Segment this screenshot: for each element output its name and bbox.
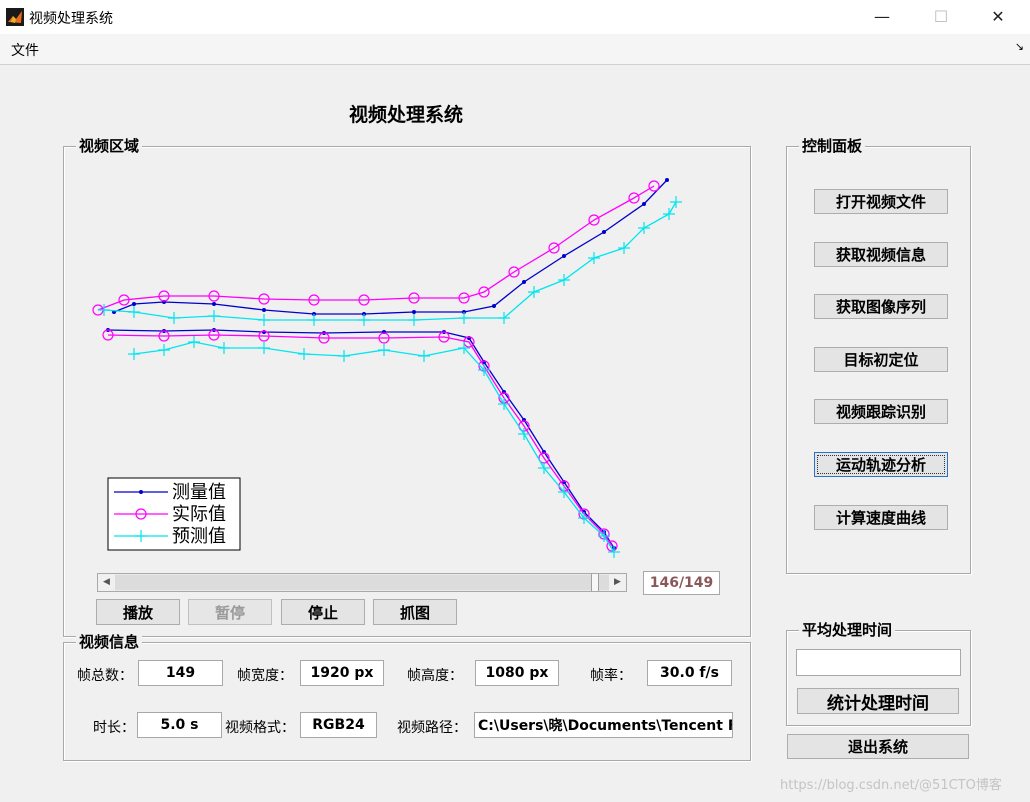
menu-file[interactable]: 文件 [11,40,39,60]
point-predicted-0-6 [358,314,370,326]
total-frames-label: 帧总数： [77,668,133,684]
slider-right-arrow-icon[interactable]: ▶ [609,574,626,591]
point-measured-0-7 [412,310,416,314]
play-button[interactable]: 播放 [96,599,180,625]
format-field: RGB24 [300,712,377,738]
frame-slider[interactable]: ◀ ▶ [97,573,627,592]
point-predicted-1-2 [188,336,200,348]
legend-predicted: 预测值 [172,526,226,547]
menu-overflow-icon[interactable]: ↘ [1015,40,1024,53]
format-label: 视频格式： [225,720,295,736]
point-predicted-0-3 [208,310,220,322]
matlab-logo-icon [6,8,24,26]
close-button[interactable]: ✕ [975,0,1021,34]
point-predicted-0-5 [308,314,320,326]
frame-height-field: 1080 px [475,660,559,686]
pause-button[interactable]: 暂停 [188,599,272,625]
point-predicted-1-4 [258,342,270,354]
duration-label: 时长： [93,720,135,736]
series-actual-line-0 [97,185,655,311]
legend-measured: 测量值 [172,482,226,503]
stop-button[interactable]: 停止 [281,599,365,625]
point-predicted-0-15 [663,208,675,220]
point-predicted-0-8 [458,312,470,324]
point-measured-0-14 [665,178,669,182]
legend-actual: 实际值 [172,504,226,525]
slider-track[interactable] [115,575,609,590]
point-predicted-0-7 [408,314,420,326]
calc-time-button[interactable]: 统计处理时间 [797,688,959,714]
window-title: 视频处理系统 [29,11,113,27]
maximize-button[interactable]: ☐ [918,0,964,34]
frame-counter: 146/149 [643,571,720,595]
series-predicted-line-0 [103,201,677,321]
trajectory-analysis-button[interactable]: 运动轨迹分析 [814,452,948,477]
point-predicted-0-1 [128,306,140,318]
point-predicted-0-2 [168,312,180,324]
point-measured-0-4 [262,308,266,312]
series-measured-line-0 [113,179,668,315]
point-measured-0-10 [522,280,526,284]
watermark: https://blog.csdn.net/@51CTO博客 [780,778,1002,793]
slider-left-arrow-icon[interactable]: ◀ [98,574,115,591]
path-field: C:\Users\晓\Documents\Tencent File [474,712,733,738]
capture-button[interactable]: 抓图 [373,599,457,625]
point-measured-0-12 [602,230,606,234]
video-tracking-button[interactable]: 视频跟踪识别 [814,399,948,424]
get-image-sequence-button[interactable]: 获取图像序列 [814,294,948,319]
point-predicted-1-17 [608,546,620,558]
point-predicted-0-4 [258,314,270,326]
point-predicted-1-3 [218,342,230,354]
point-predicted-1-6 [338,350,350,362]
menubar: 文件 ↘ [0,34,1030,65]
open-video-button[interactable]: 打开视频文件 [814,189,948,214]
frame-height-label: 帧高度： [407,668,463,684]
point-predicted-0-12 [588,252,600,264]
duration-field: 5.0 s [137,712,222,738]
avg-time-field[interactable] [796,649,961,676]
point-predicted-1-5 [298,348,310,360]
avg-time-title: 平均处理时间 [799,621,896,639]
point-measured-0-3 [212,302,216,306]
window-titlebar: 视频处理系统 — ☐ ✕ [0,0,1030,35]
page-title: 视频处理系统 [349,104,464,126]
control-panel-title: 控制面板 [799,137,866,155]
minimize-button[interactable]: — [859,0,905,34]
path-label: 视频路径： [397,720,467,736]
frame-width-label: 帧宽度： [237,668,293,684]
point-measured-0-11 [562,254,566,258]
point-predicted-1-8 [418,350,430,362]
total-frames-field: 149 [138,660,223,686]
point-predicted-0-11 [558,274,570,286]
point-measured-0-9 [492,304,496,308]
video-info-title: 视频信息 [76,633,143,651]
fps-label: 帧率： [590,668,632,684]
point-measured-0-13 [642,202,646,206]
get-video-info-button[interactable]: 获取视频信息 [814,242,948,267]
point-predicted-1-1 [158,344,170,356]
chart-legend: 测量值 实际值 预测值 [107,477,241,551]
target-init-locate-button[interactable]: 目标初定位 [814,347,948,372]
point-predicted-1-0 [128,348,140,360]
fps-field: 30.0 f/s [647,660,732,686]
point-measured-0-1 [132,302,136,306]
speed-curve-button[interactable]: 计算速度曲线 [814,505,948,530]
slider-thumb[interactable] [591,574,600,591]
exit-button[interactable]: 退出系统 [787,734,969,759]
point-predicted-0-16 [670,196,682,208]
point-predicted-1-7 [378,344,390,356]
frame-width-field: 1920 px [300,660,384,686]
trajectory-chart: 测量值 实际值 预测值 [92,178,682,558]
point-predicted-1-12 [518,428,530,440]
